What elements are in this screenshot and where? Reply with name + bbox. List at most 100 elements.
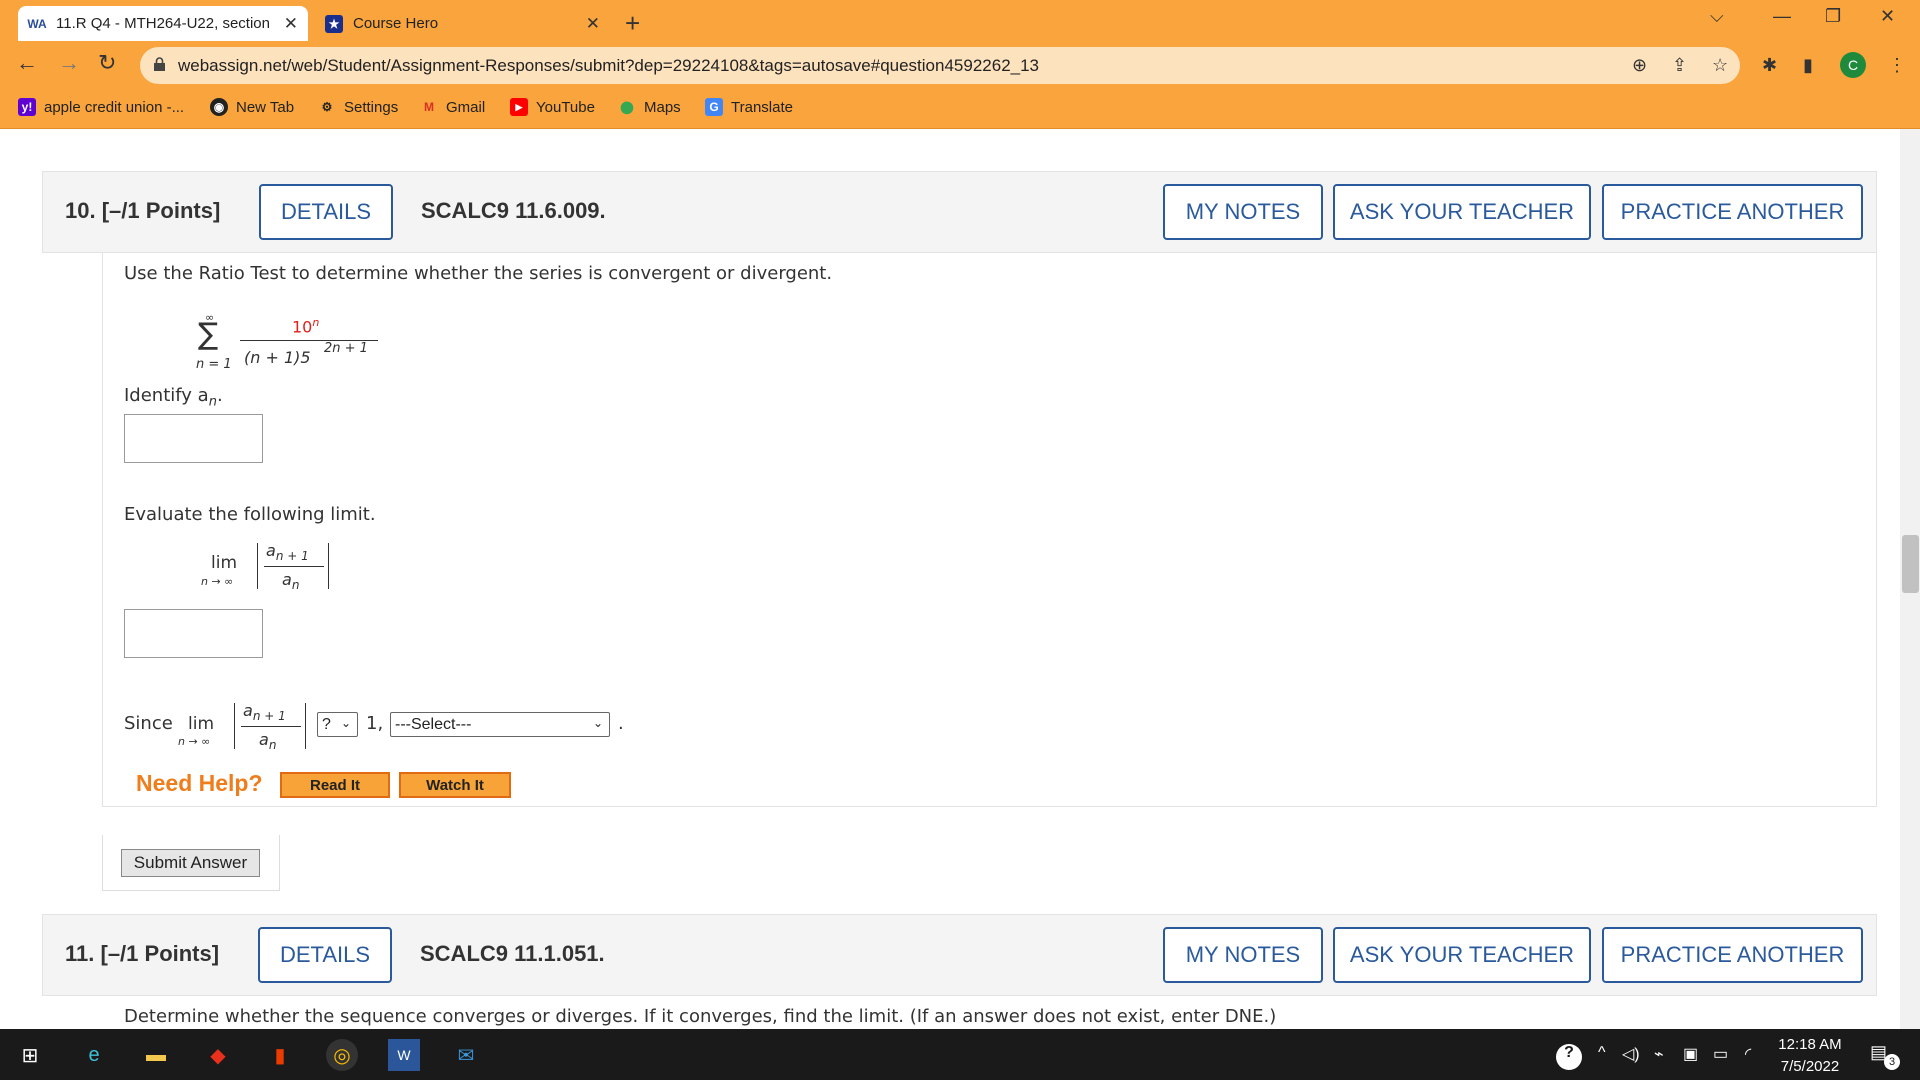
conclusion-select[interactable]: ---Select--- ⌄: [390, 712, 610, 737]
ask-your-teacher-button[interactable]: ASK YOUR TEACHER: [1333, 927, 1591, 983]
chevron-down-icon[interactable]: ⌵: [1710, 6, 1724, 27]
bookmark-new-tab[interactable]: ◉ New Tab: [210, 96, 294, 118]
an-answer-input[interactable]: [124, 414, 263, 463]
question-10-header: 10. [–/1 Points] DETAILS SCALC9 11.6.009…: [42, 171, 1877, 253]
network-icon[interactable]: ⌁: [1654, 1044, 1664, 1064]
denominator: (n + 1)5: [244, 348, 311, 367]
details-button[interactable]: DETAILS: [259, 184, 393, 240]
comparison-select[interactable]: ? ⌄: [317, 712, 358, 737]
abs-bar-left: [234, 703, 235, 749]
bookmark-apple-credit-union[interactable]: y! apple credit union -...: [18, 96, 184, 118]
map-pin-icon: ⬤: [620, 100, 634, 114]
url-text: webassign.net/web/Student/Assignment-Res…: [178, 55, 1040, 75]
wifi-icon[interactable]: ◜: [1745, 1044, 1751, 1064]
abs-bar-right: [328, 543, 329, 589]
chevron-down-icon: ⌄: [592, 716, 603, 730]
bookmark-maps[interactable]: ⬤ Maps: [618, 96, 680, 118]
star-icon: ★: [325, 14, 343, 33]
file-explorer-icon[interactable]: ▬: [140, 1039, 172, 1071]
tab-webassign[interactable]: WA 11.R Q4 - MTH264-U22, section ( ✕: [18, 6, 308, 41]
submit-answer-button[interactable]: Submit Answer: [121, 849, 260, 877]
chrome-icon[interactable]: ◎: [326, 1039, 358, 1071]
question-number: 11. [–/1 Points]: [65, 941, 220, 966]
app-diamond-icon[interactable]: ◆: [202, 1039, 234, 1071]
period-text: .: [618, 713, 624, 734]
globe-icon: ◉: [210, 98, 228, 116]
question-prompt: Use the Ratio Test to determine whether …: [124, 263, 833, 284]
frac-numerator: an + 1: [243, 701, 286, 724]
tab-coursehero[interactable]: ★ Course Hero ✕: [315, 6, 610, 41]
volume-icon[interactable]: ◁): [1622, 1044, 1640, 1064]
practice-another-button[interactable]: PRACTICE ANOTHER: [1602, 184, 1863, 240]
windows-start-icon[interactable]: ⊞: [14, 1039, 46, 1071]
need-help-label: Need Help?: [136, 770, 263, 796]
bookmark-label: YouTube: [536, 98, 595, 116]
clock-time: 12:18 AM: [1778, 1036, 1842, 1053]
scrollbar-thumb[interactable]: [1902, 535, 1919, 593]
ask-your-teacher-button[interactable]: ASK YOUR TEACHER: [1333, 184, 1591, 240]
notification-count-badge: 3: [1884, 1054, 1900, 1070]
bookmark-label: apple credit union -...: [44, 98, 185, 116]
yahoo-icon: y!: [18, 98, 36, 116]
clock[interactable]: 12:18 AM 7/5/2022: [1760, 1034, 1860, 1078]
restore-button[interactable]: ❐: [1825, 6, 1841, 27]
new-tab-button[interactable]: +: [625, 8, 640, 39]
gear-icon: ⚙: [321, 100, 333, 114]
question-number: 10. [–/1 Points]: [65, 198, 221, 223]
address-bar[interactable]: webassign.net/web/Student/Assignment-Res…: [140, 47, 1740, 84]
my-notes-button[interactable]: MY NOTES: [1163, 927, 1323, 983]
chevron-up-icon[interactable]: ^: [1598, 1044, 1606, 1062]
menu-icon[interactable]: ⋮: [1888, 55, 1906, 76]
office-icon[interactable]: ▮: [264, 1039, 296, 1071]
bookmark-settings[interactable]: ⚙ Settings: [318, 96, 399, 118]
practice-another-button[interactable]: PRACTICE ANOTHER: [1602, 927, 1863, 983]
zoom-icon[interactable]: ⊕: [1632, 55, 1647, 76]
bookmark-translate[interactable]: G Translate: [705, 96, 793, 118]
bookmark-youtube[interactable]: ▶ YouTube: [510, 96, 595, 118]
bookmark-gmail[interactable]: M Gmail: [420, 96, 485, 118]
back-icon[interactable]: ←: [16, 50, 38, 76]
page-content: 10. [–/1 Points] DETAILS SCALC9 11.6.009…: [0, 129, 1900, 1029]
extensions-icon[interactable]: ✱: [1762, 55, 1777, 76]
read-it-button[interactable]: Read It: [279, 771, 391, 799]
frac-numerator: an + 1: [266, 541, 309, 564]
numerator: 10n: [292, 316, 320, 337]
close-tab-icon[interactable]: ✕: [586, 14, 600, 34]
bookmark-star-icon[interactable]: ☆: [1712, 55, 1728, 76]
share-icon[interactable]: ⇪: [1672, 55, 1687, 76]
lim-text: lim: [188, 714, 215, 734]
battery-icon[interactable]: ▭: [1713, 1044, 1728, 1064]
lim-subscript: n → ∞: [178, 735, 211, 748]
frac-denominator: an: [282, 570, 300, 593]
close-window-button[interactable]: ✕: [1880, 6, 1895, 27]
mail-icon[interactable]: ✉: [450, 1039, 482, 1071]
gmail-icon: M: [424, 100, 434, 114]
bookmark-label: Translate: [731, 98, 793, 116]
lim-subscript: n → ∞: [201, 575, 234, 588]
help-icon[interactable]: ?: [1556, 1044, 1582, 1070]
abs-bar-right: [305, 703, 306, 749]
chevron-down-icon: ⌄: [340, 716, 351, 730]
reload-icon[interactable]: ↻: [98, 50, 116, 76]
bookmark-label: Settings: [344, 98, 399, 116]
lim-text: lim: [211, 553, 238, 573]
youtube-icon: ▶: [510, 98, 528, 116]
edge-icon[interactable]: e: [78, 1039, 110, 1071]
word-icon[interactable]: W: [388, 1039, 420, 1071]
minimize-button[interactable]: —: [1773, 6, 1791, 27]
details-button[interactable]: DETAILS: [258, 927, 392, 983]
tab-title: Course Hero: [353, 15, 439, 32]
sum-lower-limit: n = 1: [196, 357, 232, 372]
watch-it-button[interactable]: Watch It: [398, 771, 512, 799]
limit-answer-input[interactable]: [124, 609, 263, 658]
profile-avatar[interactable]: C: [1840, 52, 1866, 78]
display-icon[interactable]: ▣: [1683, 1044, 1698, 1064]
question-code: SCALC9 11.6.009.: [421, 198, 606, 223]
my-notes-button[interactable]: MY NOTES: [1163, 184, 1323, 240]
translate-icon: G: [705, 98, 723, 116]
sidepanel-icon[interactable]: ▮: [1803, 55, 1813, 76]
webassign-icon: WA: [27, 16, 47, 31]
close-tab-icon[interactable]: ✕: [284, 14, 298, 34]
forward-icon[interactable]: →: [58, 50, 80, 76]
identify-label: Identify an.: [124, 385, 223, 410]
